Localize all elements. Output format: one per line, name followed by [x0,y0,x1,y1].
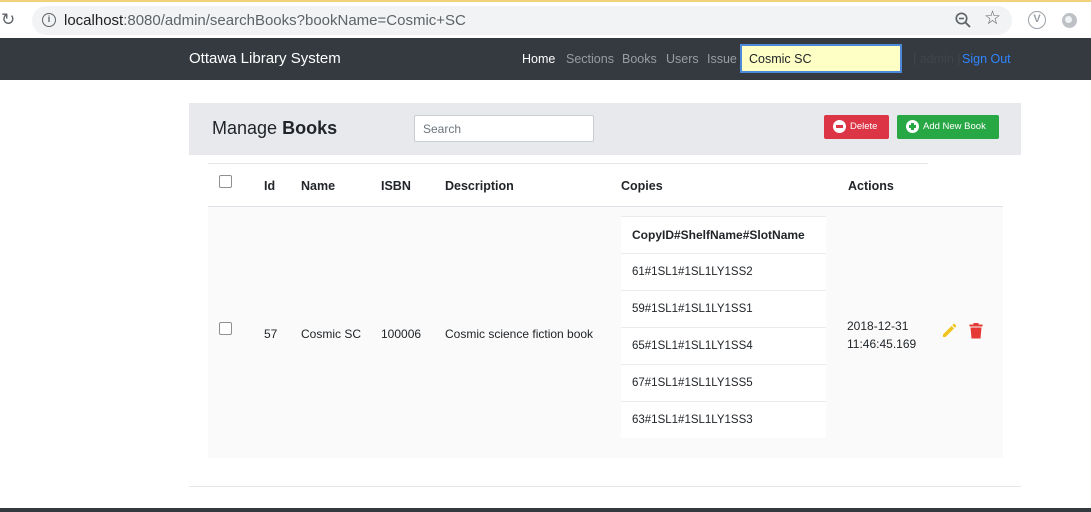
manage-header: Manage Books Delete Add New Book [189,103,1021,155]
copy-item: 61#1SL1#1SL1LY1SS2 [621,253,826,290]
sign-out-link[interactable]: Sign Out [962,52,1011,66]
address-bar[interactable]: i localhost:8080/admin/searchBooks?bookN… [32,6,1012,35]
timestamp-date: 2018-12-31 [847,319,909,333]
copies-header: CopyID#ShelfName#SlotName [621,216,826,253]
header-name: Name [301,179,336,193]
header-description: Description [445,179,514,193]
add-label: Add New Book [923,121,986,132]
header-copies: Copies [621,179,663,193]
header-id: Id [264,179,276,193]
cell-isbn: 100006 [381,327,422,341]
trash-icon[interactable] [969,323,983,339]
copy-item: 67#1SL1#1SL1LY1SS5 [621,364,826,401]
row-checkbox[interactable] [219,322,232,335]
extension-v-icon[interactable]: V [1028,11,1046,29]
top-navbar: Ottawa Library System Home Sections Book… [0,38,1091,80]
delete-button[interactable]: Delete [824,115,889,139]
url-path: :8080/admin/searchBooks?bookName=Cosmic+… [123,12,466,29]
brand-title[interactable]: Ottawa Library System [189,50,341,67]
cell-name: Cosmic SC [301,327,362,341]
browser-toolbar: ↻ i localhost:8080/admin/searchBooks?boo… [0,0,1091,38]
plus-circle-icon [906,120,919,133]
select-all-checkbox[interactable] [219,175,232,188]
cell-description: Cosmic science fiction book [445,327,594,341]
copies-list: CopyID#ShelfName#SlotName 61#1SL1#1SL1LY… [621,216,826,438]
nav-home[interactable]: Home [522,52,555,66]
copy-item: 59#1SL1#1SL1LY1SS1 [621,290,826,327]
copy-item: 65#1SL1#1SL1LY1SS4 [621,327,826,364]
nav-username: | admin | [913,52,961,66]
nav-issue[interactable]: Issue [707,52,737,66]
add-new-book-button[interactable]: Add New Book [897,115,999,139]
edit-pencil-icon[interactable] [941,323,957,339]
cell-timestamp: 2018-12-31 11:46:45.169 [847,317,916,353]
nav-sections[interactable]: Sections [566,52,614,66]
timestamp-time: 11:46:45.169 [847,337,917,351]
title-prefix: Manage [212,118,278,138]
zoom-icon[interactable] [954,11,972,29]
minus-circle-icon [833,120,846,133]
title-bold: Books [282,118,338,138]
nav-search-input[interactable] [740,44,902,73]
page-title: Manage Books [212,118,337,139]
footer-bar [0,508,1091,512]
copy-item: 63#1SL1#1SL1LY1SS3 [621,401,826,438]
info-icon[interactable]: i [42,13,56,27]
header-isbn: ISBN [381,179,411,193]
nav-books[interactable]: Books [622,52,657,66]
delete-label: Delete [850,121,878,132]
nav-users[interactable]: Users [666,52,699,66]
header-actions: Actions [848,179,894,193]
divider [208,163,928,164]
reload-icon[interactable]: ↻ [1,11,17,29]
books-table: Id Name ISBN Description Copies Actions … [189,155,1021,487]
extension-circle-icon[interactable] [1062,13,1077,28]
book-search-input[interactable] [414,115,594,142]
url-host: localhost [64,12,124,29]
bookmark-star-icon[interactable]: ☆ [984,8,1001,30]
url-text[interactable]: localhost:8080/admin/searchBooks?bookNam… [64,12,466,29]
cell-id: 57 [264,327,278,341]
